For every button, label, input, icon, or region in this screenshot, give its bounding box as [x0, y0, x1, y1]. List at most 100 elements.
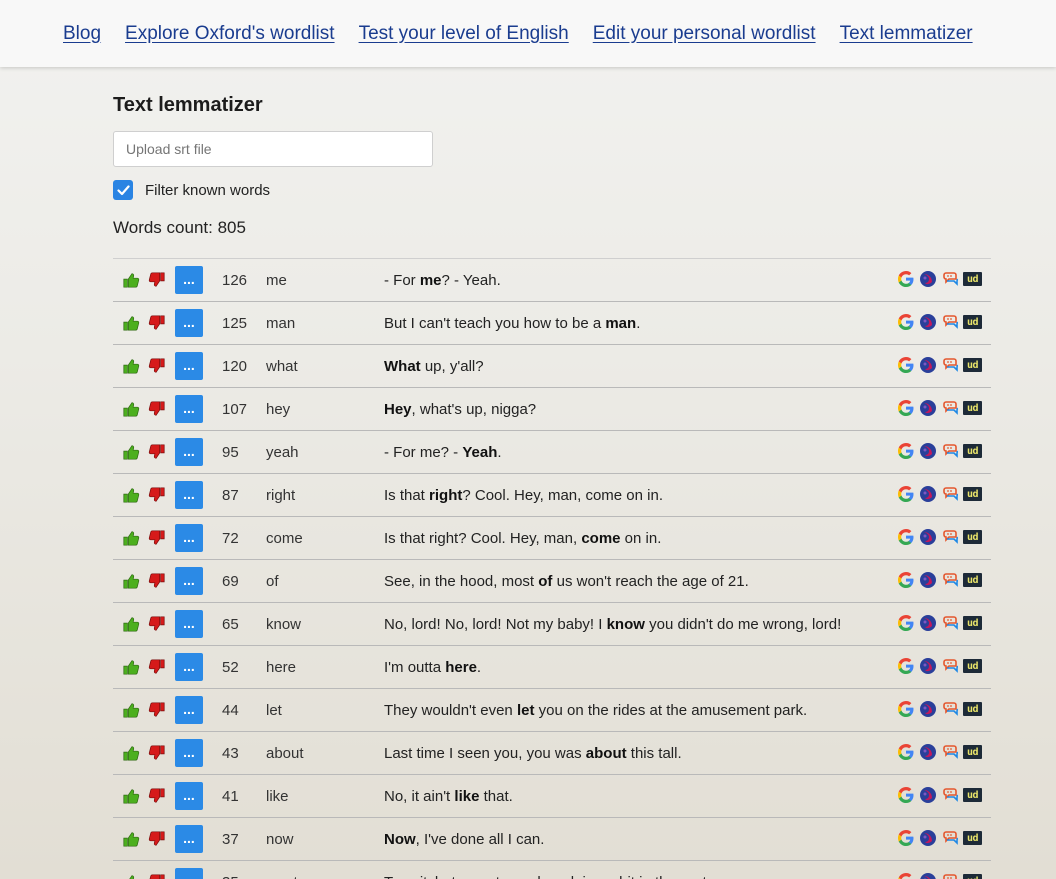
context-icon[interactable] — [941, 700, 959, 718]
more-button[interactable]: ... — [175, 481, 203, 509]
urban-dictionary-icon[interactable]: ud — [963, 573, 982, 587]
urban-dictionary-icon[interactable]: ud — [963, 831, 982, 845]
google-icon[interactable] — [897, 356, 915, 374]
google-icon[interactable] — [897, 528, 915, 546]
more-button[interactable]: ... — [175, 825, 203, 853]
google-icon[interactable] — [897, 743, 915, 761]
urban-dictionary-icon[interactable]: ud — [963, 444, 982, 458]
context-icon[interactable] — [941, 313, 959, 331]
thumbs-up-icon[interactable] — [122, 572, 140, 590]
google-icon[interactable] — [897, 399, 915, 417]
urban-dictionary-icon[interactable]: ud — [963, 358, 982, 372]
reverso-icon[interactable] — [919, 872, 937, 879]
more-button[interactable]: ... — [175, 610, 203, 638]
urban-dictionary-icon[interactable]: ud — [963, 745, 982, 759]
more-button[interactable]: ... — [175, 782, 203, 810]
nav-link-text-lemmatizer[interactable]: Text lemmatizer — [840, 23, 973, 45]
google-icon[interactable] — [897, 786, 915, 804]
urban-dictionary-icon[interactable]: ud — [963, 874, 982, 879]
urban-dictionary-icon[interactable]: ud — [963, 616, 982, 630]
more-button[interactable]: ... — [175, 309, 203, 337]
google-icon[interactable] — [897, 614, 915, 632]
thumbs-up-icon[interactable] — [122, 529, 140, 547]
thumbs-down-icon[interactable] — [148, 357, 166, 375]
thumbs-down-icon[interactable] — [148, 658, 166, 676]
google-icon[interactable] — [897, 700, 915, 718]
thumbs-down-icon[interactable] — [148, 873, 166, 879]
reverso-icon[interactable] — [919, 657, 937, 675]
more-button[interactable]: ... — [175, 266, 203, 294]
thumbs-up-icon[interactable] — [122, 615, 140, 633]
reverso-icon[interactable] — [919, 442, 937, 460]
context-icon[interactable] — [941, 270, 959, 288]
nav-link-personal-wordlist[interactable]: Edit your personal wordlist — [593, 23, 816, 45]
nav-link-test-level[interactable]: Test your level of English — [359, 23, 569, 45]
more-button[interactable]: ... — [175, 438, 203, 466]
urban-dictionary-icon[interactable]: ud — [963, 272, 982, 286]
more-button[interactable]: ... — [175, 395, 203, 423]
reverso-icon[interactable] — [919, 700, 937, 718]
reverso-icon[interactable] — [919, 786, 937, 804]
urban-dictionary-icon[interactable]: ud — [963, 788, 982, 802]
more-button[interactable]: ... — [175, 524, 203, 552]
context-icon[interactable] — [941, 743, 959, 761]
upload-srt-input[interactable] — [113, 131, 433, 167]
context-icon[interactable] — [941, 786, 959, 804]
thumbs-down-icon[interactable] — [148, 486, 166, 504]
reverso-icon[interactable] — [919, 571, 937, 589]
thumbs-down-icon[interactable] — [148, 400, 166, 418]
thumbs-down-icon[interactable] — [148, 529, 166, 547]
nav-link-blog[interactable]: Blog — [63, 23, 101, 45]
google-icon[interactable] — [897, 571, 915, 589]
reverso-icon[interactable] — [919, 528, 937, 546]
reverso-icon[interactable] — [919, 313, 937, 331]
more-button[interactable]: ... — [175, 868, 203, 879]
thumbs-down-icon[interactable] — [148, 787, 166, 805]
google-icon[interactable] — [897, 829, 915, 847]
thumbs-up-icon[interactable] — [122, 443, 140, 461]
thumbs-down-icon[interactable] — [148, 701, 166, 719]
thumbs-up-icon[interactable] — [122, 701, 140, 719]
context-icon[interactable] — [941, 614, 959, 632]
reverso-icon[interactable] — [919, 614, 937, 632]
reverso-icon[interactable] — [919, 270, 937, 288]
google-icon[interactable] — [897, 270, 915, 288]
context-icon[interactable] — [941, 356, 959, 374]
reverso-icon[interactable] — [919, 485, 937, 503]
thumbs-down-icon[interactable] — [148, 314, 166, 332]
reverso-icon[interactable] — [919, 743, 937, 761]
thumbs-down-icon[interactable] — [148, 744, 166, 762]
thumbs-down-icon[interactable] — [148, 830, 166, 848]
context-icon[interactable] — [941, 399, 959, 417]
thumbs-up-icon[interactable] — [122, 787, 140, 805]
reverso-icon[interactable] — [919, 829, 937, 847]
thumbs-down-icon[interactable] — [148, 443, 166, 461]
google-icon[interactable] — [897, 485, 915, 503]
urban-dictionary-icon[interactable]: ud — [963, 659, 982, 673]
context-icon[interactable] — [941, 485, 959, 503]
context-icon[interactable] — [941, 829, 959, 847]
thumbs-up-icon[interactable] — [122, 658, 140, 676]
urban-dictionary-icon[interactable]: ud — [963, 315, 982, 329]
google-icon[interactable] — [897, 657, 915, 675]
more-button[interactable]: ... — [175, 352, 203, 380]
thumbs-down-icon[interactable] — [148, 572, 166, 590]
thumbs-up-icon[interactable] — [122, 873, 140, 879]
filter-checkbox[interactable] — [113, 180, 133, 200]
more-button[interactable]: ... — [175, 696, 203, 724]
urban-dictionary-icon[interactable]: ud — [963, 530, 982, 544]
nav-link-oxford-wordlist[interactable]: Explore Oxford's wordlist — [125, 23, 335, 45]
context-icon[interactable] — [941, 657, 959, 675]
thumbs-down-icon[interactable] — [148, 615, 166, 633]
google-icon[interactable] — [897, 442, 915, 460]
more-button[interactable]: ... — [175, 739, 203, 767]
urban-dictionary-icon[interactable]: ud — [963, 401, 982, 415]
thumbs-up-icon[interactable] — [122, 830, 140, 848]
thumbs-up-icon[interactable] — [122, 357, 140, 375]
more-button[interactable]: ... — [175, 567, 203, 595]
thumbs-up-icon[interactable] — [122, 271, 140, 289]
context-icon[interactable] — [941, 442, 959, 460]
thumbs-up-icon[interactable] — [122, 744, 140, 762]
filter-known-words[interactable]: Filter known words — [113, 180, 991, 200]
urban-dictionary-icon[interactable]: ud — [963, 702, 982, 716]
